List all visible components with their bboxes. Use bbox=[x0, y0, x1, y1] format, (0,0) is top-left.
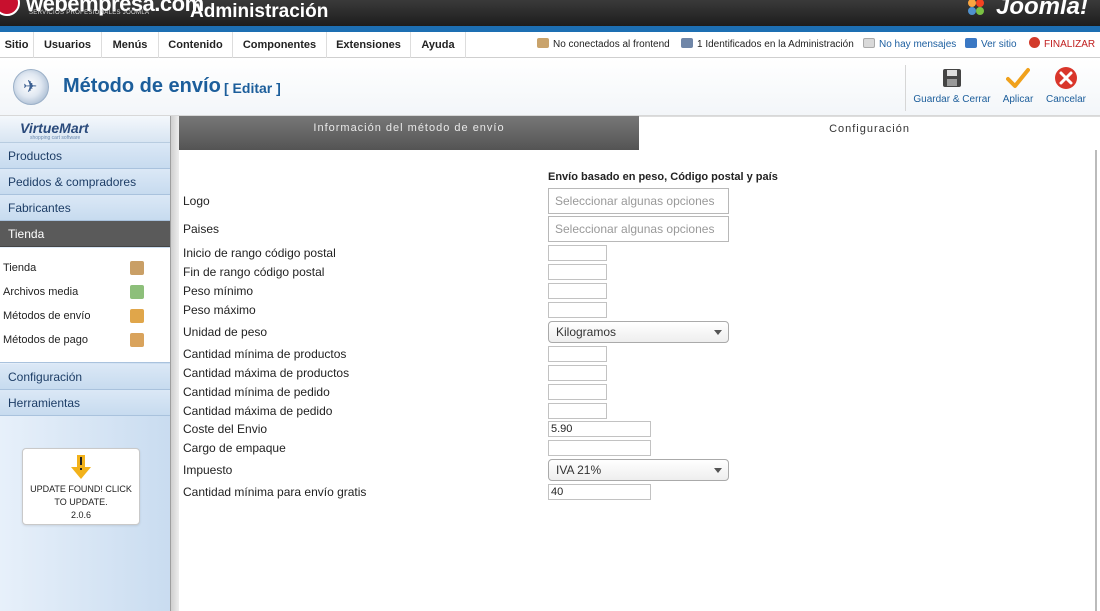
status-admin: 1 Identificados en la Administración bbox=[681, 32, 854, 58]
order-min-label: Cantidad mínima de pedido bbox=[183, 385, 330, 399]
user-icon bbox=[681, 38, 693, 48]
brand-subtitle: SERVICIOS PROFESIONALES JOOMLA bbox=[29, 10, 150, 16]
mail-icon bbox=[863, 38, 875, 48]
shipment-config-form: Envío basado en peso, Código postal y pa… bbox=[179, 150, 1097, 611]
menu-sitio[interactable]: Sitio bbox=[0, 32, 34, 58]
menu-menus[interactable]: Menús bbox=[102, 32, 159, 58]
app-title: Administración bbox=[190, 1, 329, 22]
toolbar-divider bbox=[905, 65, 906, 111]
sidebar-item-archivos-media[interactable]: Archivos media bbox=[0, 280, 170, 304]
package-fee-input[interactable] bbox=[548, 440, 651, 456]
update-notice-line1: UPDATE FOUND! CLICK bbox=[30, 484, 132, 494]
sidebar-section-pedidos[interactable]: Pedidos & compradores bbox=[0, 169, 170, 195]
sidebar-divider bbox=[170, 116, 179, 611]
save-close-button[interactable]: Guardar & Cerrar bbox=[912, 66, 992, 112]
status-messages[interactable]: No hay mensajes bbox=[863, 32, 956, 58]
menu-usuarios[interactable]: Usuarios bbox=[34, 32, 102, 58]
update-version: 2.0.6 bbox=[70, 510, 92, 520]
store-icon bbox=[130, 261, 144, 275]
shipment-method-icon: ✈ bbox=[13, 69, 49, 105]
cost-label: Coste del Envio bbox=[183, 422, 268, 436]
power-icon bbox=[1029, 37, 1040, 48]
qty-max-input[interactable] bbox=[548, 365, 607, 381]
weight-max-input[interactable] bbox=[548, 302, 607, 318]
page-toolbar: ✈ Método de envío [ Editar ] Guardar & C… bbox=[0, 58, 1100, 116]
monitor-icon bbox=[965, 38, 977, 48]
view-site-link[interactable]: Ver sitio bbox=[965, 32, 1017, 58]
weight-unit-select[interactable]: Kilogramos bbox=[548, 321, 729, 343]
update-notice-line2: TO UPDATE. bbox=[54, 497, 108, 507]
top-header: webempresa.com SERVICIOS PROFESIONALES J… bbox=[0, 0, 1100, 26]
free-shipping-input[interactable] bbox=[548, 484, 651, 500]
qty-min-input[interactable] bbox=[548, 346, 607, 362]
admin-menubar: Sitio Usuarios Menús Contenido Component… bbox=[0, 32, 1100, 58]
media-icon bbox=[130, 285, 144, 299]
sidebar-section-herramientas[interactable]: Herramientas bbox=[0, 390, 170, 416]
joomla-logo-icon bbox=[968, 0, 984, 15]
logo-multiselect[interactable]: Seleccionar algunas opciones bbox=[548, 188, 729, 214]
free-shipping-label: Cantidad mínima para envío gratis bbox=[183, 485, 367, 499]
sidebar-item-tienda[interactable]: Tienda bbox=[0, 256, 170, 280]
sidebar-section-tienda[interactable]: Tienda bbox=[0, 221, 170, 247]
logo-label: Logo bbox=[183, 194, 210, 208]
chevron-down-icon bbox=[714, 330, 722, 335]
joomla-wordmark: Joomla! bbox=[995, 0, 1088, 20]
weight-min-label: Peso mínimo bbox=[183, 284, 254, 298]
zip-end-label: Fin de rango código postal bbox=[183, 265, 325, 279]
sidebar-section-configuracion[interactable]: Configuración bbox=[0, 364, 170, 390]
tax-label: Impuesto bbox=[183, 463, 233, 477]
edit-tag: [ Editar ] bbox=[224, 80, 281, 96]
order-max-label: Cantidad máxima de pedido bbox=[183, 404, 333, 418]
menu-componentes[interactable]: Componentes bbox=[233, 32, 327, 58]
page-title: Método de envío bbox=[63, 75, 221, 97]
qty-max-label: Cantidad máxima de productos bbox=[183, 366, 350, 380]
zip-start-input[interactable] bbox=[548, 245, 607, 261]
tax-select[interactable]: IVA 21% bbox=[548, 459, 729, 481]
sidebar-section-fabricantes[interactable]: Fabricantes bbox=[0, 195, 170, 221]
sidebar-item-metodos-pago[interactable]: Métodos de pago bbox=[0, 328, 170, 352]
webempresa-logo-icon bbox=[0, 0, 20, 16]
checkmark-icon bbox=[1006, 68, 1030, 88]
sidebar-item-metodos-envio[interactable]: Métodos de envío bbox=[0, 304, 170, 328]
truck-icon bbox=[130, 309, 144, 323]
zip-start-label: Inicio de rango código postal bbox=[183, 246, 336, 260]
menu-ayuda[interactable]: Ayuda bbox=[411, 32, 466, 58]
tab-configuracion[interactable]: Configuración bbox=[639, 116, 1100, 150]
status-frontend: No conectados al frontend bbox=[537, 32, 670, 58]
payment-icon bbox=[130, 333, 144, 347]
form-heading: Envío basado en peso, Código postal y pa… bbox=[548, 171, 778, 183]
qty-min-label: Cantidad mínima de productos bbox=[183, 347, 347, 361]
update-notice-button[interactable]: UPDATE FOUND! CLICK TO UPDATE. 2.0.6 bbox=[22, 448, 140, 525]
countries-multiselect[interactable]: Seleccionar algunas opciones bbox=[548, 216, 729, 242]
weight-min-input[interactable] bbox=[548, 283, 607, 299]
menu-extensiones[interactable]: Extensiones bbox=[327, 32, 411, 58]
tienda-submenu: Tienda Archivos media Métodos de envío M… bbox=[0, 248, 170, 363]
weight-unit-label: Unidad de peso bbox=[183, 325, 268, 339]
cancel-button[interactable]: Cancelar bbox=[1044, 66, 1088, 112]
users-icon bbox=[537, 38, 549, 48]
download-arrow-icon bbox=[71, 455, 91, 479]
apply-button[interactable]: Aplicar bbox=[998, 66, 1038, 112]
menu-contenido[interactable]: Contenido bbox=[159, 32, 233, 58]
sidebar: VirtueMart shopping cart software Produc… bbox=[0, 116, 170, 611]
package-fee-label: Cargo de empaque bbox=[183, 441, 286, 455]
sidebar-section-productos[interactable]: Productos bbox=[0, 143, 170, 169]
zip-end-input[interactable] bbox=[548, 264, 607, 280]
tab-bar: Información del método de envío Configur… bbox=[179, 116, 1100, 150]
chevron-down-icon bbox=[714, 468, 722, 473]
cost-input[interactable] bbox=[548, 421, 651, 437]
countries-label: Paises bbox=[183, 222, 220, 236]
tab-informacion-metodo-envio[interactable]: Información del método de envío bbox=[179, 116, 639, 150]
order-max-input[interactable] bbox=[548, 403, 607, 419]
logout-link[interactable]: FINALIZAR bbox=[1029, 32, 1095, 58]
order-min-input[interactable] bbox=[548, 384, 607, 400]
weight-max-label: Peso máximo bbox=[183, 303, 256, 317]
cancel-icon bbox=[1055, 67, 1077, 89]
save-icon bbox=[943, 69, 961, 87]
virtuemart-logo: VirtueMart shopping cart software bbox=[0, 116, 170, 143]
